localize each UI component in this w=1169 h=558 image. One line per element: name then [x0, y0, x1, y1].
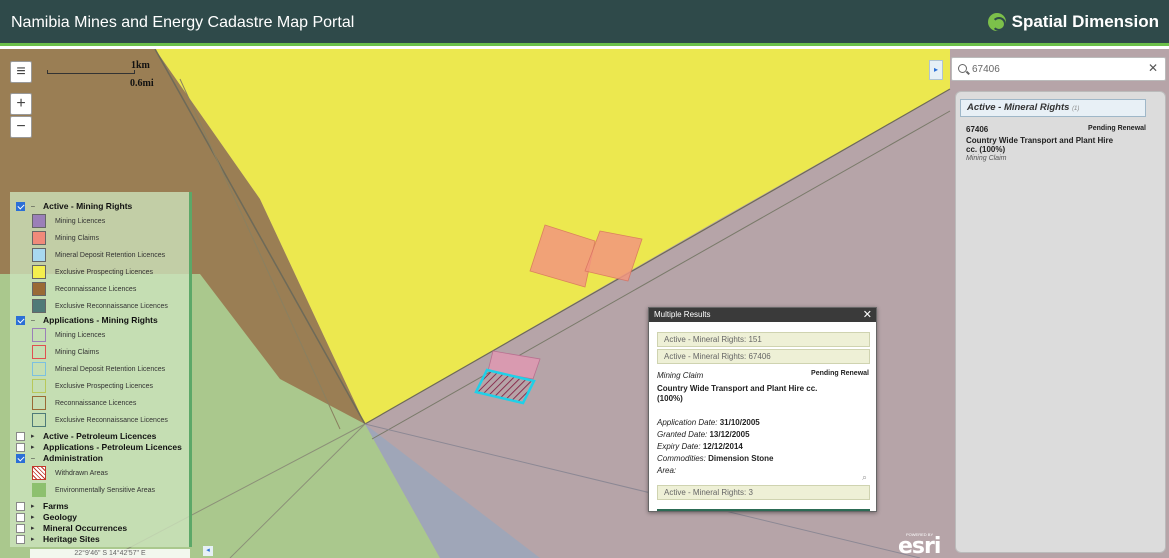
checkbox[interactable] — [16, 201, 25, 211]
legend-group-applications-mining-rights[interactable]: – Applications - Mining Rights — [16, 313, 158, 327]
commodities: Commodities: Dimension Stone — [657, 454, 774, 463]
coordinates-readout: 22°9'46" S 14°42'57" E — [30, 549, 190, 558]
checkbox[interactable] — [16, 315, 25, 325]
legend-item: Mining Licences — [32, 214, 105, 228]
search-input[interactable] — [972, 61, 1142, 77]
legend-group-heritage-sites[interactable]: ▸ Heritage Sites — [16, 532, 100, 546]
granted-date: Granted Date: 13/12/2005 — [657, 430, 750, 439]
expand-icon[interactable]: ▸ — [31, 524, 39, 532]
collapse-icon[interactable]: – — [31, 455, 39, 462]
result-id: 67406 — [966, 125, 989, 134]
layer-legend-panel[interactable]: – Active - Mining Rights Mining Licences… — [10, 192, 192, 547]
swatch — [32, 282, 46, 296]
legend-item: Reconnaissance Licences — [32, 282, 136, 296]
collapse-icon[interactable]: – — [31, 203, 39, 210]
swatch — [32, 214, 46, 228]
holder-name: Country Wide Transport and Plant Hire cc… — [657, 384, 818, 393]
popup-result-item[interactable]: Active - Mineral Rights: 3 — [657, 485, 870, 500]
scale-km-label: 1km — [131, 60, 150, 71]
expand-icon[interactable]: ▸ — [31, 513, 39, 521]
results-count: (1) — [1072, 106, 1080, 112]
legend-item: Mining Claims — [32, 231, 99, 245]
app-header: Namibia Mines and Energy Cadastre Map Po… — [0, 0, 1169, 46]
legend-item: Exclusive Reconnaissance Licences — [32, 413, 168, 427]
clear-icon[interactable]: ✕ — [1148, 61, 1158, 75]
swatch — [32, 483, 46, 497]
checkbox[interactable] — [16, 534, 25, 544]
legend-item: Mining Licences — [32, 328, 105, 342]
close-icon[interactable]: ✕ — [863, 308, 872, 322]
expand-icon[interactable]: ▸ — [31, 443, 39, 451]
legend-item: Mineral Deposit Retention Licences — [32, 248, 165, 262]
brand[interactable]: Spatial Dimension — [987, 12, 1159, 32]
brand-name: Spatial Dimension — [1011, 12, 1159, 31]
expiry-date: Expiry Date: 12/12/2014 — [657, 442, 743, 451]
swatch — [32, 379, 46, 393]
swatch — [32, 248, 46, 262]
esri-logo: esri — [898, 534, 941, 558]
app-title: Namibia Mines and Energy Cadastre Map Po… — [11, 14, 355, 31]
results-group-header[interactable]: Active - Mineral Rights (1) — [960, 99, 1146, 117]
legend-item: Mineral Deposit Retention Licences — [32, 362, 165, 376]
popup-title: Multiple Results — [654, 310, 711, 319]
legend-item: Reconnaissance Licences — [32, 396, 136, 410]
menu-icon: ≡ — [16, 63, 26, 80]
search-box[interactable]: ✕ — [951, 57, 1166, 81]
swatch — [32, 299, 46, 313]
holder-share: (100%) — [657, 394, 683, 403]
expand-icon[interactable]: ▸ — [31, 535, 39, 543]
legend-item: Exclusive Prospecting Licences — [32, 379, 153, 393]
result-status: Pending Renewal — [1088, 125, 1146, 132]
application-date: Application Date: 31/10/2005 — [657, 418, 760, 427]
legend-item: Withdrawn Areas — [32, 466, 108, 480]
popup-result-item[interactable]: Active - Mineral Rights: 151 — [657, 332, 870, 347]
legend-item: Exclusive Prospecting Licences — [32, 265, 153, 279]
swatch — [32, 396, 46, 410]
claim-type: Mining Claim — [657, 371, 704, 380]
legend-item: Environmentally Sensitive Areas — [32, 483, 155, 497]
expand-icon[interactable]: ▸ — [31, 502, 39, 510]
scale-mi-label: 0.6mi — [130, 78, 154, 89]
checkbox[interactable] — [16, 453, 25, 463]
popup-header: Multiple Results ✕ — [649, 308, 876, 322]
claim-status: Pending Renewal — [811, 370, 869, 377]
spatial-dimension-logo-icon — [987, 13, 1006, 31]
legend-item: Exclusive Reconnaissance Licences — [32, 299, 168, 313]
legend-group-administration[interactable]: – Administration — [16, 451, 103, 465]
legend-group-active-mining-rights[interactable]: – Active - Mining Rights — [16, 199, 132, 213]
menu-button[interactable]: ≡ — [10, 61, 32, 83]
swatch — [32, 413, 46, 427]
results-collapse-button[interactable]: ▸ — [929, 60, 943, 80]
legend-item: Mining Claims — [32, 345, 99, 359]
result-item[interactable]: 67406 Pending Renewal Country Wide Trans… — [966, 122, 1146, 182]
multiple-results-popup[interactable]: Multiple Results ✕ Active - Mineral Righ… — [648, 307, 877, 512]
zoom-out-button[interactable]: − — [10, 116, 32, 138]
search-results-panel[interactable]: Active - Mineral Rights (1) 67406 Pendin… — [955, 91, 1166, 553]
result-type: Mining Claim — [966, 155, 1007, 162]
zoom-in-button[interactable]: + — [10, 93, 32, 115]
swatch — [32, 345, 46, 359]
swatch — [32, 231, 46, 245]
legend-collapse-button[interactable]: ◂ — [203, 546, 213, 556]
expand-icon[interactable]: ▸ — [31, 432, 39, 440]
swatch — [32, 265, 46, 279]
withdrawn-swatch — [32, 466, 46, 480]
result-name: Country Wide Transport and Plant Hire cc… — [966, 136, 1114, 154]
search-icon — [958, 64, 967, 73]
collapse-icon[interactable]: – — [31, 317, 39, 324]
swatch — [32, 362, 46, 376]
area: Area: — [657, 466, 677, 475]
zoom-to-icon[interactable]: ⌕ — [862, 472, 867, 483]
popup-result-item[interactable]: Active - Mineral Rights: 67406 — [657, 349, 870, 364]
popup-footer-bar — [657, 509, 870, 511]
swatch — [32, 328, 46, 342]
